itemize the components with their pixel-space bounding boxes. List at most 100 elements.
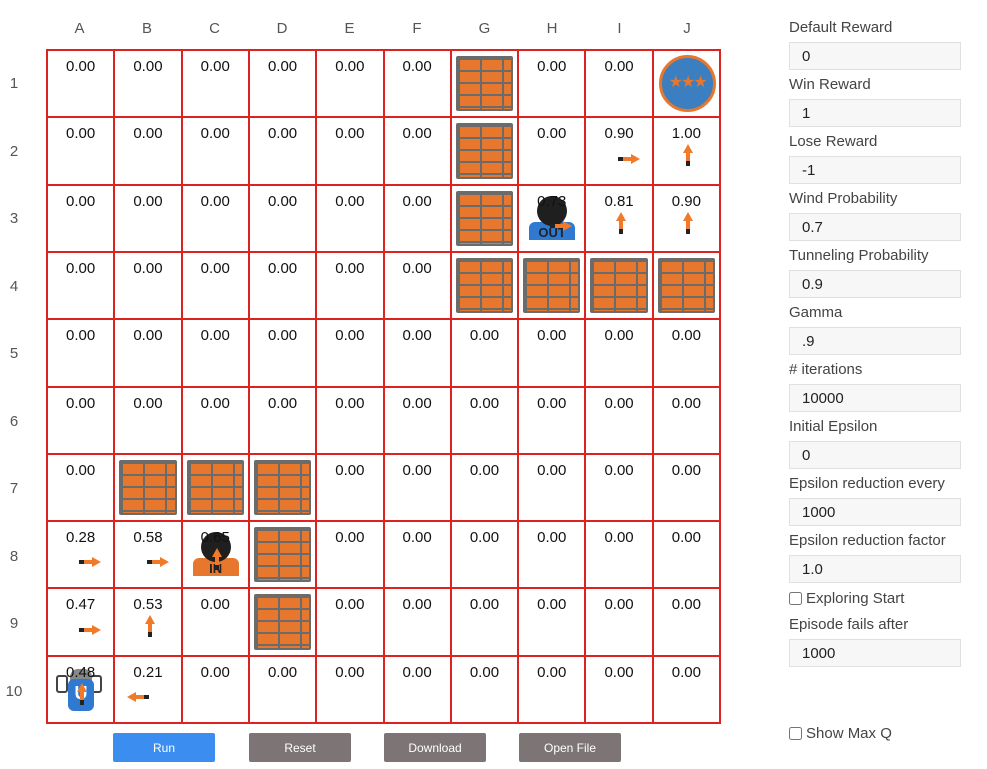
grid-cell-F5[interactable]: 0.00: [384, 320, 452, 388]
grid-cell-J6[interactable]: 0.00: [653, 387, 721, 455]
grid-cell-C5[interactable]: 0.00: [182, 320, 250, 388]
grid-cell-H10[interactable]: 0.00: [519, 656, 587, 724]
grid-cell-C2[interactable]: 0.00: [182, 118, 250, 186]
grid-cell-D2[interactable]: 0.00: [249, 118, 318, 186]
grid-cell-E3[interactable]: 0.00: [317, 185, 385, 253]
grid-cell-I9[interactable]: 0.00: [586, 589, 654, 657]
grid-cell-B1[interactable]: 0.00: [115, 51, 183, 119]
grid-cell-F10[interactable]: 0.00: [384, 656, 452, 724]
grid-cell-H3[interactable]: OUT 0.73: [519, 185, 587, 253]
grid-cell-I5[interactable]: 0.00: [586, 320, 654, 388]
grid-cell-B6[interactable]: 0.00: [115, 387, 183, 455]
grid-cell-A1[interactable]: 0.00: [48, 51, 116, 119]
grid-cell-E6[interactable]: 0.00: [317, 387, 385, 455]
grid-cell-D6[interactable]: 0.00: [249, 387, 318, 455]
grid-cell-G8[interactable]: 0.00: [451, 522, 520, 590]
grid-cell-I8[interactable]: 0.00: [586, 522, 654, 590]
grid-cell-G7[interactable]: 0.00: [451, 454, 520, 523]
grid-cell-A5[interactable]: 0.00: [48, 320, 116, 388]
grid-cell-B3[interactable]: 0.00: [115, 185, 183, 253]
grid-cell-D1[interactable]: 0.00: [249, 51, 318, 119]
grid-cell-C10[interactable]: 0.00: [182, 656, 250, 724]
initial-epsilon-input[interactable]: [789, 441, 961, 469]
default-reward-input[interactable]: [789, 42, 961, 70]
grid-cell-G3[interactable]: [451, 185, 520, 253]
grid-cell-B8[interactable]: 0.58: [115, 522, 183, 590]
grid-cell-B5[interactable]: 0.00: [115, 320, 183, 388]
download-button[interactable]: Download: [384, 733, 486, 762]
epsilon-reduction-every-input[interactable]: [789, 498, 961, 526]
grid-cell-D7[interactable]: [249, 454, 318, 523]
lose-reward-input[interactable]: [789, 156, 961, 184]
grid-cell-H6[interactable]: 0.00: [519, 387, 587, 455]
grid-cell-H2[interactable]: 0.00: [519, 118, 587, 186]
grid-cell-E7[interactable]: 0.00: [317, 454, 385, 523]
grid-cell-J5[interactable]: 0.00: [653, 320, 721, 388]
grid-cell-C8[interactable]: IN0.65: [182, 522, 250, 590]
grid-cell-D9[interactable]: [249, 589, 318, 657]
grid-cell-G6[interactable]: 0.00: [451, 387, 520, 455]
grid-cell-C3[interactable]: 0.00: [182, 185, 250, 253]
grid-cell-F2[interactable]: 0.00: [384, 118, 452, 186]
grid-cell-J7[interactable]: 0.00: [653, 454, 721, 523]
grid-cell-G2[interactable]: [451, 118, 520, 186]
win-reward-input[interactable]: [789, 99, 961, 127]
grid-cell-I1[interactable]: 0.00: [586, 51, 654, 119]
grid-cell-F9[interactable]: 0.00: [384, 589, 452, 657]
grid-cell-I3[interactable]: 0.81: [586, 185, 654, 253]
grid-cell-C4[interactable]: 0.00: [182, 252, 250, 321]
grid-cell-B7[interactable]: [115, 454, 183, 523]
iterations-input[interactable]: [789, 384, 961, 412]
grid-cell-A10[interactable]: U0.48: [48, 656, 116, 724]
grid-cell-A9[interactable]: 0.47: [48, 589, 116, 657]
grid-cell-D3[interactable]: 0.00: [249, 185, 318, 253]
grid-cell-A8[interactable]: 0.28: [48, 522, 116, 590]
grid-cell-C1[interactable]: 0.00: [182, 51, 250, 119]
grid-cell-D4[interactable]: 0.00: [249, 252, 318, 321]
grid-cell-F6[interactable]: 0.00: [384, 387, 452, 455]
grid-cell-E9[interactable]: 0.00: [317, 589, 385, 657]
show-max-q-checkbox[interactable]: [789, 726, 802, 740]
grid-cell-I6[interactable]: 0.00: [586, 387, 654, 455]
grid-cell-I4[interactable]: [586, 252, 654, 321]
grid-cell-J4[interactable]: [653, 252, 721, 321]
grid-cell-J9[interactable]: 0.00: [653, 589, 721, 657]
grid-cell-A4[interactable]: 0.00: [48, 252, 116, 321]
tunneling-probability-input[interactable]: [789, 270, 961, 298]
grid-cell-E5[interactable]: 0.00: [317, 320, 385, 388]
open-file-button[interactable]: Open File: [519, 733, 621, 762]
grid-cell-D10[interactable]: 0.00: [249, 656, 318, 724]
gamma-input[interactable]: [789, 327, 961, 355]
grid-cell-J2[interactable]: 1.00: [653, 118, 721, 186]
grid-cell-D8[interactable]: [249, 522, 318, 590]
grid-cell-B10[interactable]: 0.21: [115, 656, 183, 724]
grid-cell-J10[interactable]: 0.00: [653, 656, 721, 724]
grid-cell-E8[interactable]: 0.00: [317, 522, 385, 590]
grid-cell-E2[interactable]: 0.00: [317, 118, 385, 186]
grid-cell-F4[interactable]: 0.00: [384, 252, 452, 321]
grid-cell-H5[interactable]: 0.00: [519, 320, 587, 388]
grid-cell-H7[interactable]: 0.00: [519, 454, 587, 523]
grid-cell-B2[interactable]: 0.00: [115, 118, 183, 186]
grid-cell-B9[interactable]: 0.53: [115, 589, 183, 657]
grid-cell-I10[interactable]: 0.00: [586, 656, 654, 724]
grid-cell-F1[interactable]: 0.00: [384, 51, 452, 119]
grid-cell-C9[interactable]: 0.00: [182, 589, 250, 657]
grid-cell-G9[interactable]: 0.00: [451, 589, 520, 657]
grid-cell-J3[interactable]: 0.90: [653, 185, 721, 253]
grid-cell-I7[interactable]: 0.00: [586, 454, 654, 523]
grid-cell-E10[interactable]: 0.00: [317, 656, 385, 724]
grid-cell-F7[interactable]: 0.00: [384, 454, 452, 523]
grid-cell-I2[interactable]: 0.90: [586, 118, 654, 186]
grid-cell-J1[interactable]: ★★★: [653, 51, 721, 119]
grid-cell-B4[interactable]: 0.00: [115, 252, 183, 321]
grid-cell-H8[interactable]: 0.00: [519, 522, 587, 590]
exploring-start-checkbox[interactable]: [789, 591, 802, 605]
grid-cell-A6[interactable]: 0.00: [48, 387, 116, 455]
grid-cell-H9[interactable]: 0.00: [519, 589, 587, 657]
episode-fails-after-input[interactable]: [789, 639, 961, 667]
grid-cell-G4[interactable]: [451, 252, 520, 321]
grid-cell-A3[interactable]: 0.00: [48, 185, 116, 253]
grid-cell-J8[interactable]: 0.00: [653, 522, 721, 590]
grid-cell-E4[interactable]: 0.00: [317, 252, 385, 321]
